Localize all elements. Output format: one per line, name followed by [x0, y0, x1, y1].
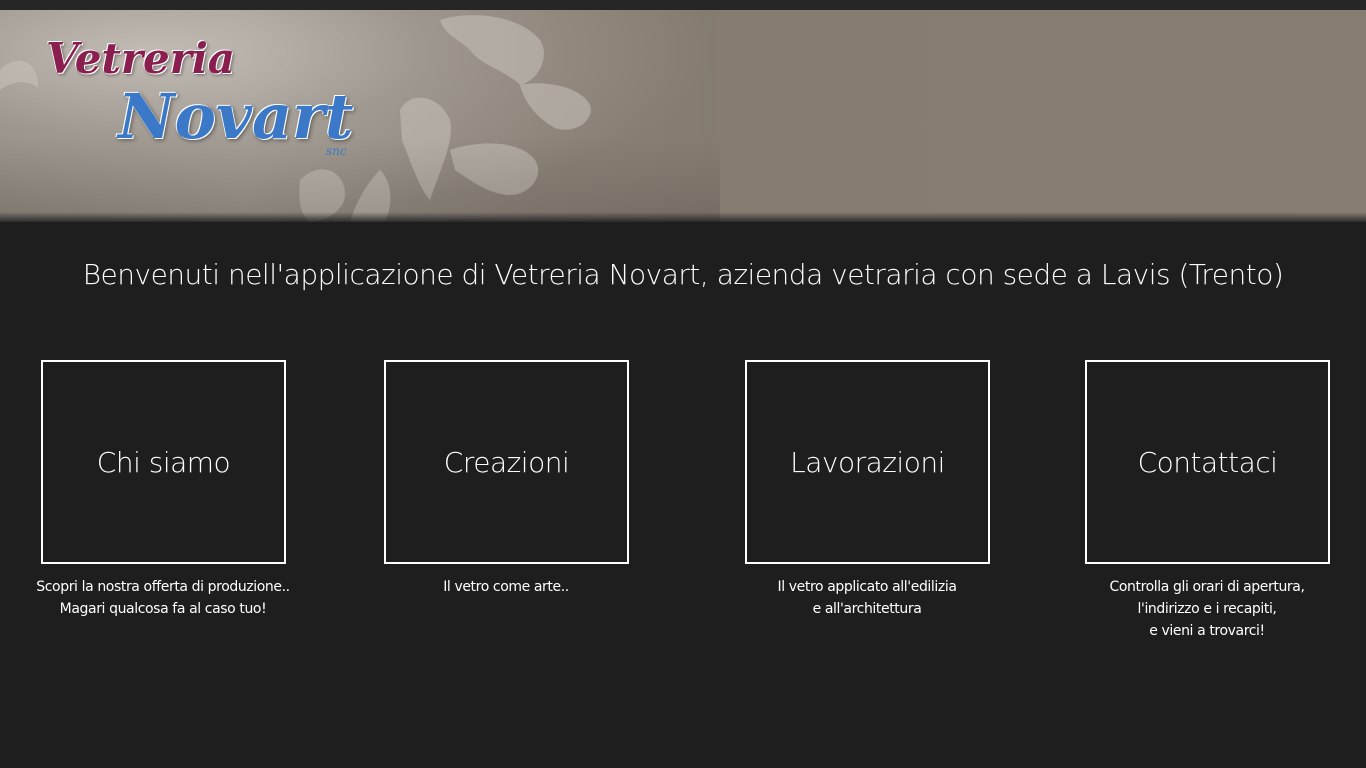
tile-label: Creazioni [443, 445, 570, 479]
tile-creazioni[interactable]: Creazioni [384, 360, 629, 564]
caption-line: Magari qualcosa fa al caso tuo! [59, 601, 267, 617]
tile-contattaci[interactable]: Contattaci [1085, 360, 1330, 564]
tile-caption-creazioni: Il vetro come arte.. [346, 576, 666, 598]
caption-line: Controlla gli orari di apertura, [1109, 579, 1305, 595]
company-logo: Vetreria Novart snc [40, 16, 370, 176]
caption-line: Scopri la nostra offerta di produzione.. [36, 579, 290, 595]
tile-label: Contattaci [1137, 445, 1278, 479]
logo-text-novart: Novart [118, 80, 354, 153]
tile-caption-contattaci: Controlla gli orari di apertura, l'indir… [1047, 576, 1366, 642]
tile-label: Lavorazioni [790, 445, 945, 479]
caption-line: e vieni a trovarci! [1149, 623, 1265, 639]
banner-bottom-fade [0, 212, 1366, 222]
tile-label: Chi siamo [96, 445, 231, 479]
caption-line: Il vetro applicato all'edilizia [777, 579, 957, 595]
top-strip [0, 0, 1366, 10]
caption-line: e all'architettura [812, 601, 922, 617]
welcome-heading: Benvenuti nell'applicazione di Vetreria … [82, 258, 1284, 291]
tile-chi-siamo[interactable]: Chi siamo [41, 360, 286, 564]
tile-lavorazioni[interactable]: Lavorazioni [745, 360, 990, 564]
logo-text-snc: snc [326, 144, 347, 158]
caption-line: l'indirizzo e i recapiti, [1137, 601, 1277, 617]
logo-text-vetreria: Vetreria [46, 34, 235, 83]
tile-caption-lavorazioni: Il vetro applicato all'edilizia e all'ar… [707, 576, 1027, 620]
caption-line: Il vetro come arte.. [443, 579, 569, 595]
tile-caption-chi-siamo: Scopri la nostra offerta di produzione..… [3, 576, 323, 620]
header-banner: Vetreria Novart snc [0, 10, 1366, 222]
